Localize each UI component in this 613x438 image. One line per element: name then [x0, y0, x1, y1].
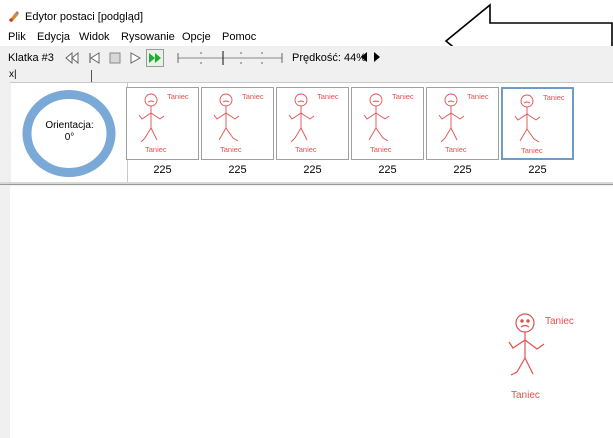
thumbnail-count: 225 — [453, 164, 472, 176]
speed-decrease-icon[interactable] — [359, 50, 369, 64]
frame-label: Klatka #3 — [8, 52, 54, 64]
thumbnail-caption: Taniec — [220, 145, 242, 154]
rewind-to-start-icon[interactable] — [63, 49, 81, 67]
frame-thumbnail[interactable]: Taniec Taniec 225 — [201, 87, 274, 181]
thumbnail-caption: Taniec — [370, 145, 392, 154]
menu-opcje[interactable]: Opcje — [182, 31, 211, 43]
menu-rysowanie[interactable]: Rysowanie — [121, 31, 175, 43]
thumbnail-frame[interactable]: Taniec Taniec — [201, 87, 274, 160]
orientation-value: 0° — [64, 132, 75, 143]
stick-figure-icon: Taniec Taniec — [138, 92, 189, 154]
window-title: Edytor postaci [podgląd] — [25, 11, 144, 23]
stick-figure-icon: Taniec Taniec — [288, 92, 339, 154]
thumbnail-name: Taniec — [167, 92, 189, 101]
thumbnail-caption: Taniec — [145, 145, 167, 154]
orientation-panel[interactable]: Orientacja: 0° — [11, 83, 128, 183]
menu-pomoc[interactable]: Pomoc — [222, 31, 256, 43]
menu-widok[interactable]: Widok — [79, 31, 110, 43]
figure-caption-label: Taniec — [511, 390, 540, 401]
speed-increase-icon[interactable] — [372, 50, 382, 64]
stick-figure-icon: Taniec Taniec — [514, 93, 565, 155]
frame-thumbnail[interactable]: Taniec Taniec 225 — [276, 87, 349, 181]
frame-thumbnail[interactable]: Taniec Taniec 225 — [351, 87, 424, 181]
thumbnail-count: 225 — [303, 164, 322, 176]
fast-forward-icon[interactable] — [146, 49, 164, 67]
stick-figure-icon: Taniec Taniec — [363, 92, 414, 154]
thumbnail-name: Taniec — [242, 92, 264, 101]
orientation-label: Orientacja: — [45, 120, 94, 131]
stick-figure-icon[interactable]: Taniec Taniec — [500, 308, 580, 403]
thumbnail-name: Taniec — [543, 93, 565, 102]
step-back-icon[interactable] — [86, 49, 104, 67]
stick-figure-icon: Taniec Taniec — [438, 92, 489, 154]
menu-plik[interactable]: Plik — [8, 31, 26, 43]
thumbnail-caption: Taniec — [295, 145, 317, 154]
frame-thumbnail[interactable]: Taniec Taniec 225 — [126, 87, 199, 181]
thumbnail-frame[interactable]: Taniec Taniec — [126, 87, 199, 160]
close-panel-button[interactable]: x| — [9, 70, 17, 80]
divider-line — [91, 70, 92, 82]
thumbnail-name: Taniec — [467, 92, 489, 101]
thumbnail-caption: Taniec — [445, 145, 467, 154]
stop-icon[interactable] — [106, 49, 124, 67]
thumbnail-count: 225 — [528, 164, 547, 176]
thumbnail-frame[interactable]: Taniec Taniec — [351, 87, 424, 160]
frame-filmstrip: Orientacja: 0° Taniec Taniec 225 Taniec Tani… — [1, 82, 613, 183]
panel-splitter[interactable] — [0, 182, 613, 185]
drawing-canvas[interactable]: Taniec Taniec — [0, 186, 613, 438]
stick-figure-icon: Taniec Taniec — [213, 92, 264, 154]
sub-bar: x| — [0, 70, 613, 82]
thumbnail-frame[interactable]: Taniec Taniec — [426, 87, 499, 160]
thumbnail-name: Taniec — [392, 92, 414, 101]
thumbnail-count: 225 — [153, 164, 172, 176]
speed-label: Prędkość: 44% — [292, 52, 366, 64]
speed-slider[interactable] — [176, 49, 286, 67]
thumbnail-count: 225 — [378, 164, 397, 176]
frame-thumbnail[interactable]: Taniec Taniec 225 — [426, 87, 499, 181]
thumbnail-frame[interactable]: Taniec Taniec — [501, 87, 574, 160]
playback-toolbar: Klatka #3 Prędkość: 44% — [0, 46, 613, 70]
thumbnail-name: Taniec — [317, 92, 339, 101]
thumbnail-frame[interactable]: Taniec Taniec — [276, 87, 349, 160]
app-icon — [9, 11, 19, 22]
thumbnail-caption: Taniec — [521, 146, 543, 155]
thumbnail-count: 225 — [228, 164, 247, 176]
play-icon[interactable] — [126, 49, 144, 67]
menu-edycja[interactable]: Edycja — [37, 31, 70, 43]
filmstrip-gutter — [1, 83, 11, 183]
orientation-readout: Orientacja: 0° — [11, 120, 128, 144]
frame-thumbnail[interactable]: Taniec Taniec 225 — [501, 87, 574, 181]
figure-name-label: Taniec — [545, 316, 574, 327]
